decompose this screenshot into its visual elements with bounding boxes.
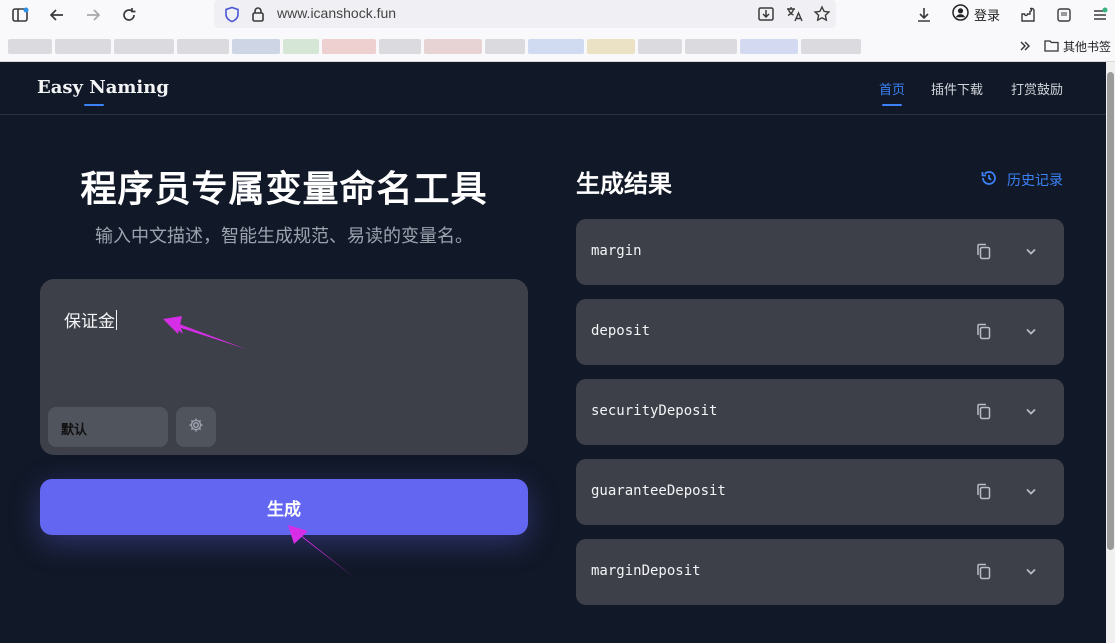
translate-icon[interactable] — [782, 2, 806, 26]
result-variable-name: deposit — [591, 323, 651, 339]
chevron-down-icon[interactable] — [1025, 485, 1037, 497]
copy-icon[interactable] — [974, 241, 992, 261]
login-button[interactable]: 登录 — [946, 0, 1008, 28]
naming-style-select[interactable]: 默认 — [48, 407, 168, 447]
downloads-icon[interactable] — [912, 3, 936, 27]
extensions-icon[interactable] — [1016, 3, 1040, 27]
page-title: 程序员专属变量命名工具 — [80, 169, 488, 210]
browser-toolbar: www.icanshock.fun 登录 — [0, 0, 1115, 30]
results-title: 生成结果 — [576, 170, 672, 198]
nav-active-indicator — [882, 104, 902, 106]
result-variable-name: margin — [591, 243, 642, 259]
description-input[interactable]: 保证金 — [64, 307, 117, 332]
other-bookmarks-label: 其他书签 — [1063, 40, 1112, 54]
scrollbar-thumb[interactable] — [1107, 72, 1114, 550]
history-label: 历史记录 — [1007, 173, 1063, 189]
address-bar[interactable]: www.icanshock.fun — [214, 0, 836, 28]
download-page-icon[interactable] — [754, 2, 778, 26]
chevron-down-icon[interactable] — [1025, 405, 1037, 417]
generate-button[interactable]: 生成 — [40, 479, 528, 535]
history-icon — [980, 169, 998, 191]
other-bookmarks[interactable]: 其他书签 — [1044, 38, 1111, 55]
chevron-down-icon[interactable] — [1025, 325, 1037, 337]
brand-underline — [84, 104, 104, 106]
description-input-card[interactable]: 保证金 默认 — [40, 279, 528, 455]
sidebar-toggle-icon[interactable] — [8, 3, 32, 27]
result-item[interactable]: marginDeposit — [576, 539, 1064, 605]
page-scrollbar[interactable] — [1106, 62, 1115, 643]
copy-icon[interactable] — [974, 561, 992, 581]
result-variable-name: marginDeposit — [591, 563, 701, 579]
back-arrow-icon[interactable] — [45, 3, 69, 27]
result-variable-name: securityDeposit — [591, 403, 718, 419]
lock-icon[interactable] — [246, 2, 270, 26]
reload-icon[interactable] — [117, 3, 141, 27]
settings-button[interactable] — [176, 407, 216, 447]
screenshot-icon[interactable] — [1052, 3, 1076, 27]
description-input-value: 保证金 — [64, 312, 115, 332]
result-item[interactable]: securityDeposit — [576, 379, 1064, 445]
nav-link-plugin-download[interactable]: 插件下载 — [931, 79, 983, 98]
copy-icon[interactable] — [974, 401, 992, 421]
chevron-down-icon[interactable] — [1025, 565, 1037, 577]
page-subtitle: 输入中文描述，智能生成规范、易读的变量名。 — [95, 226, 473, 247]
bookmarks-bar: 其他书签 — [0, 30, 1115, 62]
login-label: 登录 — [974, 7, 1001, 23]
app-root: Easy Naming 首页 插件下载 打赏鼓励 程序员专属变量命名工具 输入中… — [0, 62, 1106, 643]
copy-icon[interactable] — [974, 481, 992, 501]
result-variable-name: guaranteeDeposit — [591, 483, 726, 499]
chevron-down-icon[interactable] — [1025, 245, 1037, 257]
blurred-bookmarks — [8, 39, 948, 54]
copy-icon[interactable] — [974, 321, 992, 341]
nav-link-home[interactable]: 首页 — [879, 79, 905, 98]
menu-icon[interactable] — [1088, 3, 1112, 27]
forward-arrow-icon[interactable] — [81, 3, 105, 27]
gear-icon — [188, 417, 204, 437]
brand-logo[interactable]: Easy Naming — [37, 77, 169, 98]
result-item[interactable]: guaranteeDeposit — [576, 459, 1064, 525]
folder-icon — [1044, 39, 1059, 55]
result-item[interactable]: margin — [576, 219, 1064, 285]
nav-link-donate[interactable]: 打赏鼓励 — [1011, 79, 1063, 98]
shield-icon[interactable] — [220, 2, 244, 26]
star-bookmark-icon[interactable] — [810, 2, 834, 26]
text-caret — [116, 309, 117, 330]
url-text[interactable]: www.icanshock.fun — [277, 5, 396, 21]
top-navbar: Easy Naming 首页 插件下载 打赏鼓励 — [0, 62, 1106, 115]
chevron-double-right-icon[interactable] — [1013, 34, 1037, 58]
history-link[interactable]: 历史记录 — [980, 169, 1063, 191]
account-icon — [952, 4, 969, 24]
result-item[interactable]: deposit — [576, 299, 1064, 365]
